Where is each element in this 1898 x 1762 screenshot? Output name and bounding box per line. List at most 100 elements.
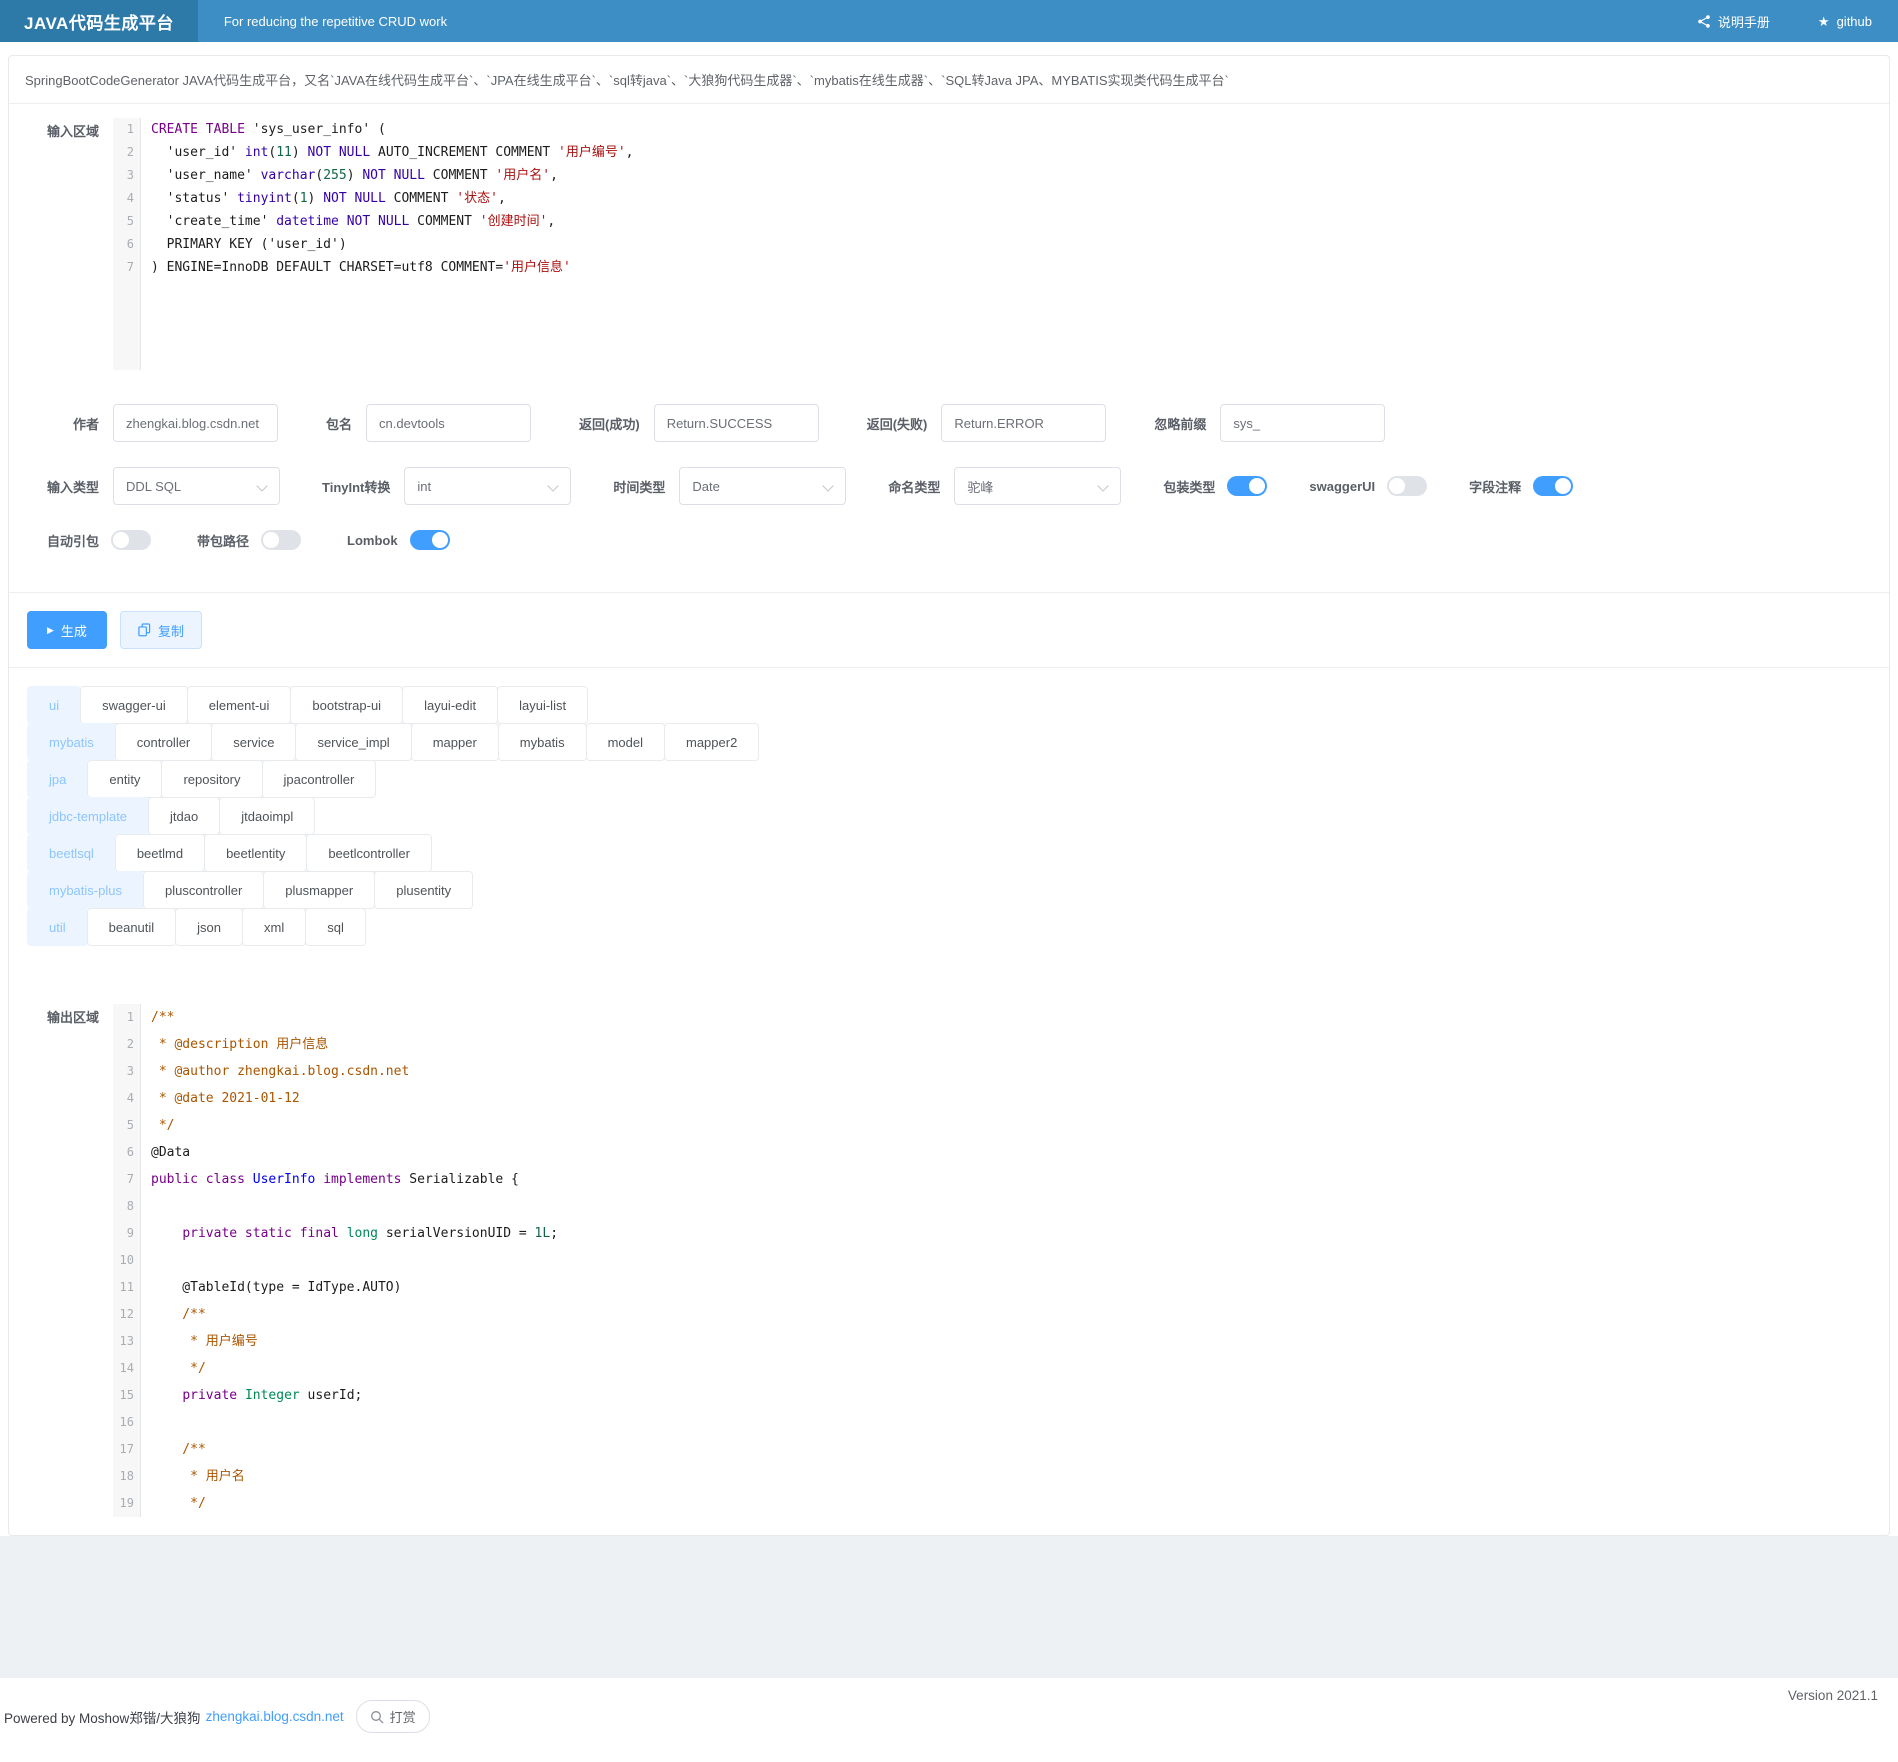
powered-by-text: Powered by Moshow郑锴/大狼狗	[4, 1707, 201, 1727]
github-link-label: github	[1837, 14, 1872, 29]
time-type-field: 时间类型 Date	[613, 467, 846, 505]
tab-sql[interactable]: sql	[305, 908, 366, 946]
blog-link[interactable]: zhengkai.blog.csdn.net	[206, 1709, 344, 1724]
tab-jpacontroller[interactable]: jpacontroller	[262, 760, 377, 798]
input-type-field: 输入类型 DDL SQL	[27, 467, 280, 505]
line-number-gutter: 12345678910111213141516171819	[113, 1004, 141, 1517]
naming-type-label: 命名类型	[888, 477, 940, 496]
code-line: 'status' tinyint(1) NOT NULL COMMENT '状态…	[151, 187, 1871, 210]
line-number: 14	[113, 1355, 140, 1382]
toggle-field-comment[interactable]	[1533, 476, 1573, 496]
main-card: SpringBootCodeGenerator JAVA代码生成平台，又名`JA…	[8, 55, 1890, 1536]
tab-beetlcontroller[interactable]: beetlcontroller	[306, 834, 432, 872]
tab-bootstrap-ui[interactable]: bootstrap-ui	[290, 686, 403, 724]
tab-category-ui[interactable]: ui	[27, 686, 81, 724]
toggle-field-wrap-type: 包装类型	[1163, 476, 1267, 496]
app-subtitle: For reducing the repetitive CRUD work	[224, 14, 447, 29]
naming-type-select[interactable]: 驼峰	[954, 467, 1121, 505]
generate-button[interactable]: ▶ 生成	[27, 611, 107, 649]
tab-model[interactable]: model	[586, 723, 665, 761]
line-number: 16	[113, 1409, 140, 1436]
copy-icon	[138, 623, 151, 637]
toggle-label-lombok: Lombok	[347, 533, 398, 548]
tab-category-jdbc-template[interactable]: jdbc-template	[27, 797, 149, 835]
time-type-value: Date	[692, 479, 719, 494]
input-type-select[interactable]: DDL SQL	[113, 467, 280, 505]
tab-jtdao[interactable]: jtdao	[148, 797, 220, 835]
return-success-input[interactable]	[654, 404, 819, 442]
line-number: 8	[113, 1193, 140, 1220]
chevron-down-icon	[256, 480, 267, 491]
toggle-label-with-package-path: 带包路径	[197, 531, 249, 550]
tab-plusentity[interactable]: plusentity	[374, 871, 473, 909]
toggle-swagger-ui[interactable]	[1387, 476, 1427, 496]
tab-swagger-ui[interactable]: swagger-ui	[80, 686, 188, 724]
ignore-prefix-input[interactable]	[1220, 404, 1385, 442]
tab-beetlmd[interactable]: beetlmd	[115, 834, 205, 872]
toggle-wrap-type[interactable]	[1227, 476, 1267, 496]
input-code-editor[interactable]: 1234567 CREATE TABLE 'sys_user_info' ( '…	[113, 118, 1871, 370]
page-background-band	[0, 1536, 1898, 1678]
chevron-down-icon	[548, 480, 559, 491]
toggle-lombok[interactable]	[410, 530, 450, 550]
tab-pluscontroller[interactable]: pluscontroller	[143, 871, 264, 909]
version-text: Version 2021.1	[1788, 1688, 1878, 1703]
code-line: CREATE TABLE 'sys_user_info' (	[151, 118, 1871, 141]
header-links: 说明手册 ★ github	[1697, 12, 1872, 31]
sql-code: CREATE TABLE 'sys_user_info' ( 'user_id'…	[141, 118, 1871, 370]
line-number: 4	[113, 187, 140, 210]
toggle-label-field-comment: 字段注释	[1469, 477, 1521, 496]
tab-category-util[interactable]: util	[27, 908, 88, 946]
tab-layui-edit[interactable]: layui-edit	[402, 686, 498, 724]
github-link[interactable]: ★ github	[1818, 14, 1872, 29]
tab-xml[interactable]: xml	[242, 908, 306, 946]
output-code-editor[interactable]: 12345678910111213141516171819 /** * @des…	[113, 1004, 1871, 1517]
footer-credit: Powered by Moshow郑锴/大狼狗 zhengkai.blog.cs…	[4, 1700, 430, 1733]
naming-type-field: 命名类型 驼峰	[888, 467, 1121, 505]
line-number: 19	[113, 1490, 140, 1517]
magnifier-icon	[370, 1710, 384, 1724]
donate-button[interactable]: 打赏	[356, 1700, 430, 1733]
tab-json[interactable]: json	[175, 908, 243, 946]
tab-category-jpa[interactable]: jpa	[27, 760, 88, 798]
toggle-field-swagger-ui: swaggerUI	[1309, 476, 1427, 496]
time-type-select[interactable]: Date	[679, 467, 846, 505]
tab-mapper2[interactable]: mapper2	[664, 723, 759, 761]
tab-layui-list[interactable]: layui-list	[497, 686, 588, 724]
tinyint-convert-select[interactable]: int	[404, 467, 571, 505]
tab-entity[interactable]: entity	[87, 760, 162, 798]
return-fail-label: 返回(失败)	[867, 414, 928, 433]
tab-beetlentity[interactable]: beetlentity	[204, 834, 307, 872]
toggle-with-package-path[interactable]	[261, 530, 301, 550]
tab-plusmapper[interactable]: plusmapper	[263, 871, 375, 909]
author-input[interactable]	[113, 404, 278, 442]
line-number: 2	[113, 1031, 140, 1058]
tab-mapper[interactable]: mapper	[411, 723, 499, 761]
tab-category-mybatis-plus[interactable]: mybatis-plus	[27, 871, 144, 909]
generate-button-label: 生成	[61, 621, 87, 640]
package-input[interactable]	[366, 404, 531, 442]
code-line	[151, 1409, 1871, 1436]
copy-button[interactable]: 复制	[120, 611, 202, 649]
return-fail-input[interactable]	[941, 404, 1106, 442]
line-number: 6	[113, 1139, 140, 1166]
tab-mybatis[interactable]: mybatis	[498, 723, 587, 761]
line-number: 5	[113, 1112, 140, 1139]
tab-repository[interactable]: repository	[161, 760, 262, 798]
tab-category-mybatis[interactable]: mybatis	[27, 723, 116, 761]
tab-jtdaoimpl[interactable]: jtdaoimpl	[219, 797, 315, 835]
tab-controller[interactable]: controller	[115, 723, 212, 761]
manual-link[interactable]: 说明手册	[1697, 12, 1770, 31]
line-number: 6	[113, 233, 140, 256]
tab-service[interactable]: service	[211, 723, 296, 761]
code-line: @TableId(type = IdType.AUTO)	[151, 1274, 1871, 1301]
tab-category-beetlsql[interactable]: beetlsql	[27, 834, 116, 872]
tab-service_impl[interactable]: service_impl	[295, 723, 411, 761]
toggle-auto-import[interactable]	[111, 530, 151, 550]
toggle-label-wrap-type: 包装类型	[1163, 477, 1215, 496]
tab-beanutil[interactable]: beanutil	[87, 908, 177, 946]
line-number: 4	[113, 1085, 140, 1112]
manual-link-label: 说明手册	[1718, 12, 1770, 31]
chevron-down-icon	[1098, 480, 1109, 491]
tab-element-ui[interactable]: element-ui	[187, 686, 292, 724]
